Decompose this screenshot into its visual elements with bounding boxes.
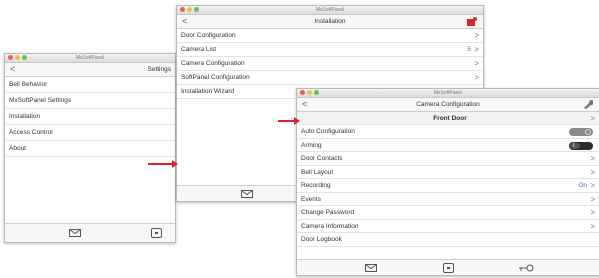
list-item-label: Door Contacts	[301, 155, 343, 162]
square-icon[interactable]	[151, 228, 162, 238]
camera-configuration-window: MxSoftPanel < Camera Configuration Front…	[296, 88, 599, 276]
back-button[interactable]: <	[10, 63, 15, 76]
envelope-icon[interactable]	[241, 190, 253, 198]
square-icon[interactable]	[443, 263, 454, 273]
chevron-right-icon: >	[474, 45, 479, 54]
chevron-right-icon: >	[590, 181, 595, 190]
window-title: MxSoftPanel	[315, 7, 345, 13]
list-item-camera-information[interactable]: Camera Information >	[297, 220, 599, 233]
recording-value: On	[578, 182, 587, 189]
camera-name: Front Door	[433, 115, 467, 122]
window-titlebar: MxSoftPanel	[177, 6, 483, 15]
page-title: Camera Configuration	[416, 101, 480, 108]
window-title: MxSoftPanel	[433, 90, 463, 96]
list-item-camera-configuration[interactable]: Camera Configuration >	[177, 57, 483, 71]
alert-icon[interactable]	[467, 17, 477, 26]
list-item-label: Change Password	[301, 209, 355, 216]
list-item-mxsoftpanel-settings[interactable]: MxSoftPanel Settings	[5, 93, 175, 109]
chevron-right-icon: >	[590, 154, 595, 163]
list-item-label: Bell Layout	[301, 168, 334, 176]
chevron-right-icon: >	[474, 73, 479, 82]
list-item-door-logbook[interactable]: Door Logbook	[297, 233, 599, 247]
list-item-installation[interactable]: Installation	[5, 109, 175, 125]
list-item-events[interactable]: Events >	[297, 193, 599, 206]
chevron-right-icon: >	[590, 114, 595, 123]
arrow-to-camera-configuration-icon	[278, 117, 300, 125]
list-item-bell-layout[interactable]: Bell Layout >	[297, 166, 599, 179]
list-item-door-configuration[interactable]: Door Configuration >	[177, 29, 483, 43]
list-item-label: Door Configuration	[181, 32, 236, 39]
list-item-arming: Arming I	[297, 139, 599, 152]
list-item-label: Camera List	[181, 46, 217, 53]
list-item-label: Auto Configuration	[301, 128, 355, 135]
list-item-label: SoftPanel Configuration	[181, 74, 250, 81]
toggle-off-icon	[585, 129, 591, 135]
navbar: < Installation	[177, 15, 483, 29]
camera-selector[interactable]: Front Door >	[297, 112, 599, 125]
camera-count: 5	[467, 46, 471, 53]
toggle-knob	[570, 142, 580, 149]
list-item-door-contacts[interactable]: Door Contacts >	[297, 152, 599, 166]
list-item-recording[interactable]: Recording On >	[297, 179, 599, 193]
chevron-right-icon: >	[590, 167, 595, 177]
settings-window: MxSoftPanel < Settings Bell Behavior MxS…	[4, 53, 176, 243]
chevron-right-icon: >	[474, 59, 479, 68]
arrow-to-installation-icon	[148, 160, 178, 168]
wrench-icon[interactable]	[583, 100, 593, 109]
tab-bar	[5, 223, 175, 242]
list-item-about[interactable]: About	[5, 141, 175, 157]
list-item-camera-list[interactable]: Camera List 5 >	[177, 43, 483, 57]
list-item-change-password[interactable]: Change Password >	[297, 206, 599, 220]
list-item-label: Door Logbook	[301, 236, 342, 243]
list-item-label: Camera Configuration	[181, 60, 245, 67]
list-item-label: MxSoftPanel Settings	[9, 97, 72, 104]
chevron-right-icon: >	[590, 194, 595, 204]
navbar: < Camera Configuration	[297, 98, 599, 112]
window-title: MxSoftPanel	[75, 55, 105, 61]
window-titlebar: MxSoftPanel	[5, 54, 175, 63]
page-title: Settings	[147, 66, 172, 73]
list-item-label: Bell Behavior	[9, 81, 48, 88]
list-item-label: Installation Wizard	[181, 88, 235, 95]
navbar: < Settings	[5, 63, 175, 77]
list-item-bell-behavior[interactable]: Bell Behavior	[5, 77, 175, 93]
chevron-right-icon: >	[590, 208, 595, 217]
key-icon[interactable]	[519, 264, 534, 272]
chevron-right-icon: >	[590, 221, 595, 231]
list-item-label: Events	[301, 195, 321, 203]
envelope-icon[interactable]	[365, 264, 377, 272]
envelope-icon[interactable]	[69, 229, 81, 237]
list-item-label: Recording	[301, 182, 331, 189]
list-item-auto-configuration: Auto Configuration	[297, 125, 599, 139]
list-item-label: Camera Information	[301, 222, 359, 230]
list-item-label: Access Control	[9, 129, 53, 136]
list-item-softpanel-configuration[interactable]: SoftPanel Configuration >	[177, 71, 483, 85]
list-item-label: Arming	[301, 141, 322, 149]
auto-configuration-toggle[interactable]	[569, 128, 593, 136]
page-title: Installation	[314, 18, 346, 25]
list-item-label: About	[9, 145, 26, 152]
list-item-access-control[interactable]: Access Control	[5, 125, 175, 141]
window-titlebar: MxSoftPanel	[297, 89, 599, 98]
tab-bar	[297, 259, 599, 275]
arming-toggle[interactable]: I	[569, 141, 593, 150]
list-item-label: Installation	[9, 113, 41, 120]
chevron-right-icon: >	[474, 31, 479, 40]
